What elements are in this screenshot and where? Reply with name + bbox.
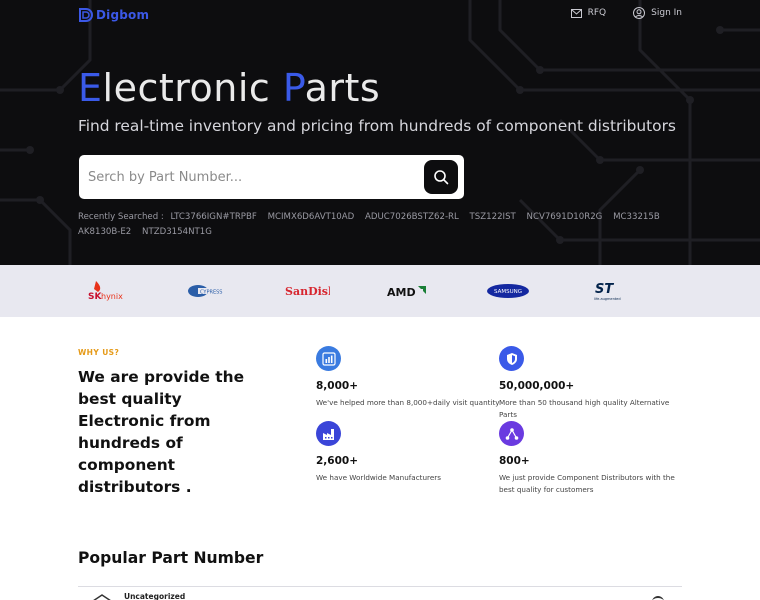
hero-subtitle: Find real-time inventory and pricing fro… [78, 117, 676, 135]
user-icon [633, 7, 646, 19]
stat-manufacturers: 2,600+ We have Worldwide Manufacturers [316, 421, 501, 484]
shield-icon [499, 346, 524, 371]
svg-text:hynix: hynix [101, 292, 123, 301]
why-title: We are provide the best quality Electron… [78, 368, 245, 496]
st-logo[interactable]: ST life.augmented [592, 279, 626, 303]
network-icon [499, 421, 524, 446]
stat-value: 800+ [499, 455, 530, 467]
chip-icon [93, 594, 111, 600]
recent-part[interactable]: LTC3766IGN#TRPBF [171, 212, 257, 222]
popular-title: Popular Part Number [78, 549, 264, 567]
recent-part[interactable]: AK8130B-E2 [78, 227, 131, 237]
rfq-link[interactable]: RFQ [570, 8, 607, 18]
logo-icon [79, 8, 93, 22]
samsung-logo[interactable]: SAMSUNG [486, 279, 530, 303]
stat-desc: More than 50 thousand high quality Alter… [499, 398, 670, 419]
search-button[interactable] [424, 160, 458, 194]
brand-strip: SK hynix CYPRESS SanDisk AMD SAMSUNG ST … [0, 265, 760, 317]
recent-part[interactable]: ADUC7026BSTZ62-RL [365, 212, 459, 222]
sign-in-label: Sign In [651, 8, 682, 18]
svg-text:CYPRESS: CYPRESS [200, 290, 222, 296]
svg-text:ST: ST [595, 282, 614, 297]
recent-part[interactable]: NCV7691D10R2G [527, 212, 603, 222]
search-input[interactable] [88, 166, 408, 188]
sandisk-logo[interactable]: SanDisk [284, 279, 330, 303]
hero-section: Digbom RFQ Sign In Electronic Parts Find… [0, 0, 760, 265]
hero-title: Electronic Parts [78, 66, 381, 110]
recent-label: Recently Searched : [78, 212, 164, 222]
cypress-logo[interactable]: CYPRESS [186, 279, 226, 303]
stat-value: 50,000,000+ [499, 380, 575, 392]
search-icon [434, 170, 449, 185]
mail-icon [570, 8, 582, 18]
svg-text:AMD: AMD [387, 286, 416, 299]
sign-in-link[interactable]: Sign In [633, 7, 682, 19]
stat-value: 2,600+ [316, 455, 359, 467]
stat-desc: We have Worldwide Manufacturers [316, 473, 441, 482]
expand-icon[interactable] [652, 596, 664, 600]
svg-text:life.augmented: life.augmented [594, 297, 621, 301]
recent-part[interactable]: MC33215B [613, 212, 660, 222]
digbom-logo[interactable]: Digbom [78, 6, 149, 24]
sk-hynix-logo[interactable]: SK hynix [86, 279, 126, 303]
rfq-label: RFQ [587, 8, 607, 18]
recent-part[interactable]: TSZ122IST [470, 212, 516, 222]
brand-name: Digbom [96, 8, 150, 22]
divider [78, 586, 682, 587]
stat-desc: We just provide Component Distributors w… [499, 473, 675, 494]
recent-part[interactable]: NTZD3154NT1G [142, 227, 212, 237]
factory-icon [316, 421, 341, 446]
svg-text:SanDisk: SanDisk [285, 285, 330, 298]
chart-icon [316, 346, 341, 371]
search-box [79, 155, 464, 199]
why-label: WHY US? [78, 348, 120, 357]
stat-desc: We've helped more than 8,000+daily visit… [316, 398, 500, 407]
recent-searches: Recently Searched : LTC3766IGN#TRPBF MCI… [78, 210, 678, 240]
svg-text:SAMSUNG: SAMSUNG [494, 289, 522, 295]
category-label: Uncategorized [124, 592, 186, 600]
stat-visits: 8,000+ We've helped more than 8,000+dail… [316, 346, 501, 409]
stat-parts: 50,000,000+ More than 50 thousand high q… [499, 346, 684, 420]
stat-distributors: 800+ We just provide Component Distribut… [499, 421, 684, 495]
amd-logo[interactable]: AMD [386, 279, 430, 303]
recent-part[interactable]: MCIMX6D6AVT10AD [268, 212, 355, 222]
stat-value: 8,000+ [316, 380, 359, 392]
